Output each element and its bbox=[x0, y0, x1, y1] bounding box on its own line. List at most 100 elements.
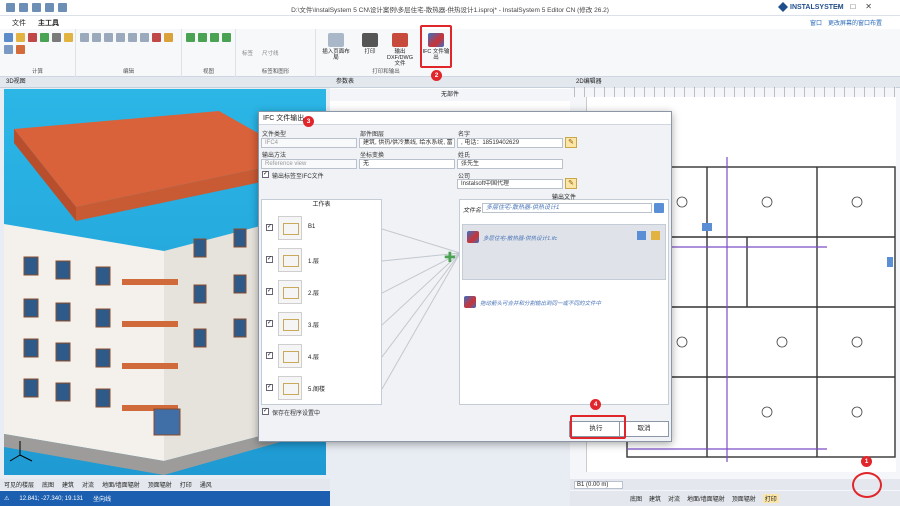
status-bar-right: B1 (0.00 m) 底图 建筑 对流 地面/墙面辐射 顶面辐射 打印 bbox=[570, 479, 900, 506]
export-labels-text: 输出标签至IFC文件 bbox=[272, 174, 324, 180]
view-3d-header[interactable]: 3D视图 bbox=[0, 77, 330, 88]
export-dxf-button[interactable]: 输出 DXF/DWG 文件 bbox=[386, 33, 414, 67]
highlight-run-button bbox=[570, 415, 626, 439]
hint-text: 拖动箭头可合并和分割输出到同一或不同的文件中 bbox=[480, 301, 602, 307]
change-layout-menu[interactable]: 更改屏幕的窗口布置 bbox=[828, 18, 882, 27]
minimize-icon[interactable]: – bbox=[836, 2, 840, 11]
worksheet-row[interactable]: ✓ B1 bbox=[266, 214, 378, 242]
merge-arrows[interactable]: ✚ bbox=[382, 207, 462, 407]
output-header: 输出文件 bbox=[551, 195, 576, 201]
r-status-tab-building[interactable]: 建筑 bbox=[649, 494, 661, 503]
check-icon[interactable] bbox=[40, 33, 49, 42]
group-label-view: 视图 bbox=[202, 69, 214, 75]
zoom-window-icon[interactable] bbox=[222, 33, 231, 42]
layout-icon bbox=[328, 33, 344, 47]
visible-floors-dropdown[interactable]: 可见的楼层 bbox=[4, 480, 34, 489]
brand-logo: INSTALSYSTEM bbox=[778, 2, 844, 12]
params-header[interactable]: 参数表 bbox=[330, 77, 570, 88]
highlight-ifc-button bbox=[420, 25, 452, 68]
cancel-button[interactable]: 取消 bbox=[619, 421, 669, 437]
status-tab-print[interactable]: 打印 bbox=[180, 480, 192, 489]
cut-icon[interactable] bbox=[164, 33, 173, 42]
save-settings-text: 保存在程序设置中 bbox=[272, 411, 321, 417]
worksheet-row[interactable]: ✓ 4.层 bbox=[266, 342, 378, 370]
status-tab-vent[interactable]: 通风 bbox=[200, 480, 212, 489]
group-label-edit: 编辑 bbox=[122, 69, 134, 75]
paste-icon[interactable] bbox=[92, 33, 101, 42]
status-tab-basemap[interactable]: 底图 bbox=[42, 480, 54, 489]
worksheet-header: 工作表 bbox=[312, 202, 331, 208]
move-icon[interactable] bbox=[128, 33, 137, 42]
snap-mode[interactable]: 坐向线 bbox=[93, 494, 111, 503]
zoom-out-icon[interactable] bbox=[198, 33, 207, 42]
folder-icon[interactable] bbox=[16, 33, 25, 42]
status-tab-ceiling[interactable]: 顶面辐射 bbox=[148, 480, 172, 489]
company-field[interactable]: Instalsoft中国代理 bbox=[457, 179, 563, 189]
coordinates-readout: 12.841; -27.340; 19.131 bbox=[19, 495, 84, 502]
browse-icon[interactable] bbox=[654, 203, 664, 213]
file-type-field[interactable]: IFC4 bbox=[261, 138, 357, 148]
menu-right: 窗口 更改屏幕的窗口布置 bbox=[810, 18, 882, 27]
undo-icon[interactable] bbox=[104, 33, 113, 42]
ifc-export-dialog: IFC 文件输出 文件类型 IFC4 部件图层 建筑, 供热/供冷集线, 给水系… bbox=[258, 111, 672, 442]
title-bar: D:\文件\InstalSystem 5 CN\设计案例\多层住宅-散热器-供热… bbox=[0, 0, 900, 16]
status-bar-left: 可见的楼层 底图 建筑 对流 地面/墙面辐射 顶面辐射 打印 通风 ⚠ 12.8… bbox=[0, 479, 330, 506]
r-status-tab-ceiling[interactable]: 顶面辐射 bbox=[732, 494, 756, 503]
worksheet-row[interactable]: ✓ 2.层 bbox=[266, 278, 378, 306]
redo-icon[interactable] bbox=[116, 33, 125, 42]
layers-dropdown[interactable]: 建筑, 供热/供冷集线, 给水系统, 富 bbox=[359, 138, 455, 148]
export-method-field[interactable]: Reference view bbox=[261, 159, 357, 169]
status-tab-convection[interactable]: 对流 bbox=[82, 480, 94, 489]
export-labels-checkbox[interactable]: ✓ bbox=[262, 171, 269, 178]
calc-icon[interactable] bbox=[4, 33, 13, 42]
grid-icon[interactable] bbox=[52, 33, 61, 42]
r-status-tab-basemap[interactable]: 底图 bbox=[630, 494, 642, 503]
file-name-field[interactable]: 多层住宅-散热器-供热设计1 bbox=[482, 203, 652, 213]
status-tab-floor-wall[interactable]: 地面/墙面辐射 bbox=[102, 480, 140, 489]
insert-layout-button[interactable]: 插入页面布局 bbox=[322, 33, 350, 61]
output-file-area: 输出文件 文件名 多层住宅-散热器-供热设计1 多层住宅-散热器-供热设计1.i… bbox=[459, 195, 669, 405]
r-status-tab-convection[interactable]: 对流 bbox=[668, 494, 680, 503]
coord-dropdown[interactable]: 无 bbox=[359, 159, 455, 169]
ifc-file-icon bbox=[467, 231, 479, 243]
r-status-tab-print[interactable]: 打印 bbox=[762, 494, 779, 503]
horizontal-ruler bbox=[574, 87, 896, 97]
label-tool[interactable]: 标签 bbox=[242, 49, 253, 57]
zoom-in-icon[interactable] bbox=[186, 33, 195, 42]
close-icon[interactable]: ✕ bbox=[865, 2, 872, 11]
save-icon[interactable] bbox=[637, 231, 646, 240]
dimension-tool[interactable]: 尺寸线 bbox=[262, 49, 279, 57]
maximize-icon[interactable]: □ bbox=[850, 2, 855, 11]
stop-icon[interactable] bbox=[28, 33, 37, 42]
save-settings-checkbox[interactable]: ✓ bbox=[262, 408, 269, 415]
edit-company-icon[interactable]: ✎ bbox=[565, 178, 577, 189]
dialog-title: IFC 文件输出 bbox=[259, 112, 671, 125]
window-title: D:\文件\InstalSystem 5 CN\设计案例\多层住宅-散热器-供热… bbox=[291, 7, 609, 14]
rotate-icon[interactable] bbox=[140, 33, 149, 42]
output-file-item[interactable]: 多层住宅-散热器-供热设计1.ifc bbox=[462, 224, 666, 280]
ribbon-group-edit: 编辑 bbox=[76, 29, 182, 77]
ribbon-group-labels: 标签 尺寸线 标签和图形 bbox=[236, 29, 316, 77]
lamp-icon[interactable] bbox=[64, 33, 73, 42]
r-status-tab-floor-wall[interactable]: 地面/墙面辐射 bbox=[687, 494, 725, 503]
tab-file[interactable]: 文件 bbox=[12, 18, 26, 28]
worksheet-row[interactable]: ✓ 5.阁楼 bbox=[266, 374, 378, 402]
status-tab-building[interactable]: 建筑 bbox=[62, 480, 74, 489]
copy-icon[interactable] bbox=[80, 33, 89, 42]
worksheet-list: 工作表 ✓ B1 ✓ 1.层 ✓ 2.层 ✓ 3.层 ✓ 4.层 ✓ 5.阁楼 bbox=[261, 199, 382, 405]
pipe-icon[interactable] bbox=[16, 45, 25, 54]
list-icon[interactable] bbox=[4, 45, 13, 54]
edit-name-icon[interactable]: ✎ bbox=[565, 137, 577, 148]
worksheet-row[interactable]: ✓ 3.层 bbox=[266, 310, 378, 338]
worksheet-row[interactable]: ✓ 1.层 bbox=[266, 246, 378, 274]
print-button[interactable]: 打印 bbox=[356, 33, 384, 55]
zoom-fit-icon[interactable] bbox=[210, 33, 219, 42]
floor-selector[interactable]: B1 (0.00 m) bbox=[574, 480, 624, 489]
folder-icon[interactable] bbox=[651, 231, 660, 240]
group-label-calc: 计算 bbox=[31, 69, 43, 75]
name-field[interactable]: , 电话：18519402629 bbox=[457, 138, 563, 148]
delete-icon[interactable] bbox=[152, 33, 161, 42]
surname-field[interactable]: 张先生 bbox=[457, 159, 563, 169]
window-controls[interactable]: – □ ✕ bbox=[836, 2, 872, 11]
window-menu[interactable]: 窗口 bbox=[810, 18, 822, 27]
